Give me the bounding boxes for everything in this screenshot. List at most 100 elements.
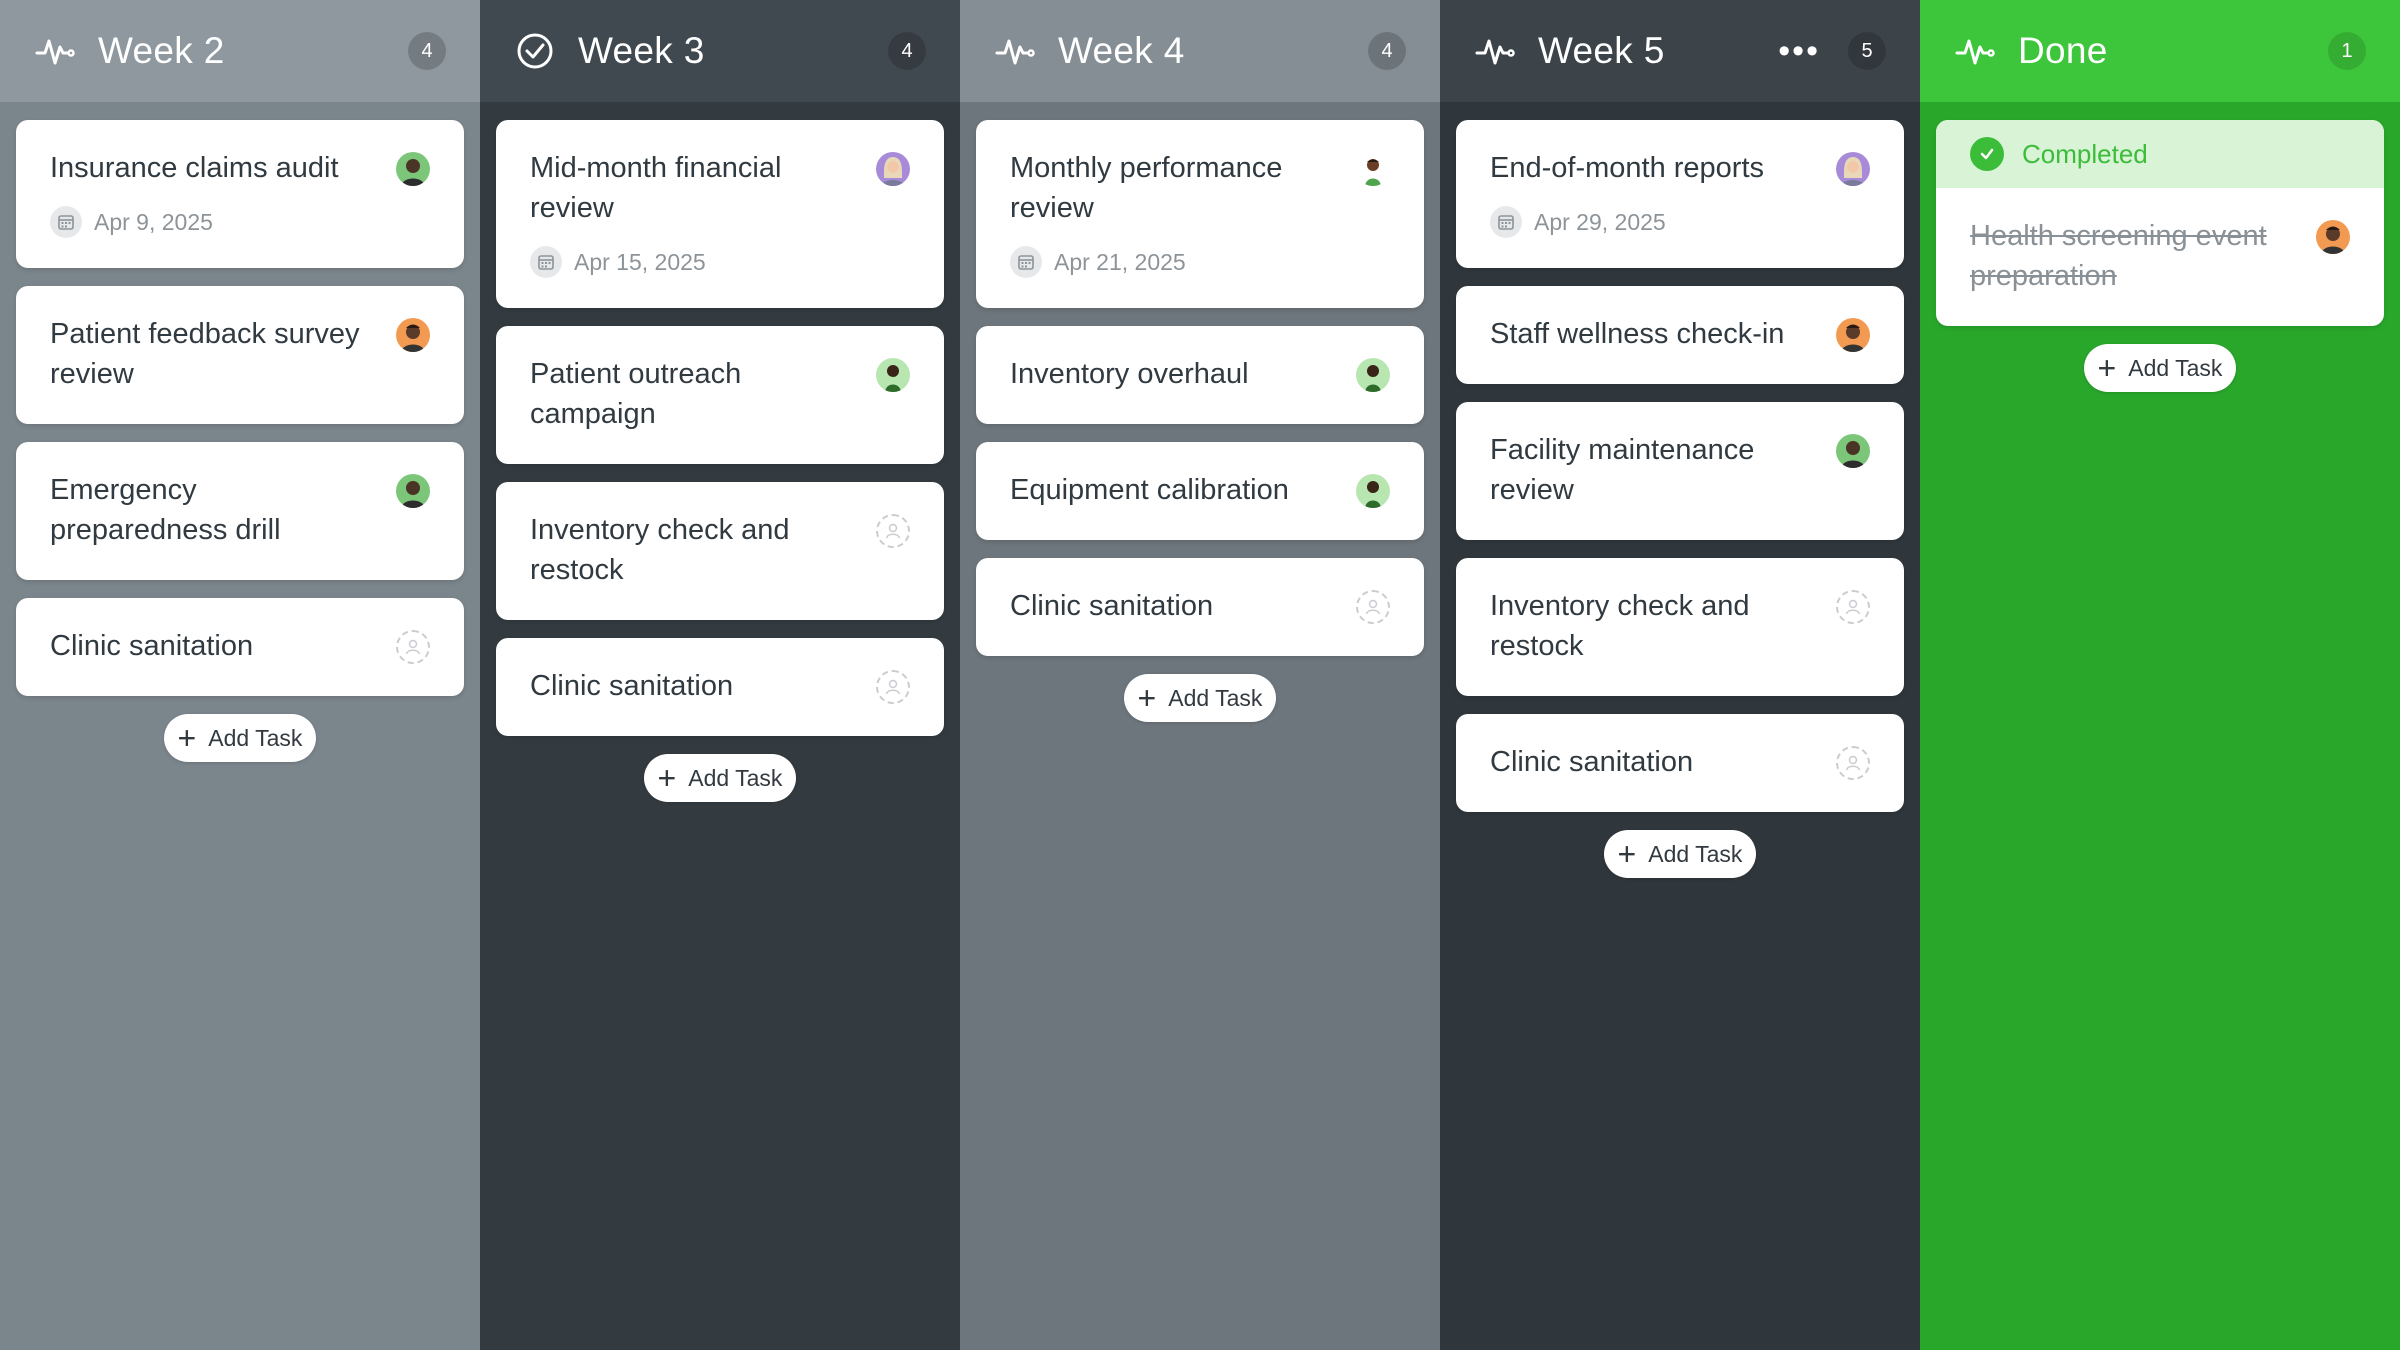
task-card[interactable]: Patient feedback survey review bbox=[16, 286, 464, 424]
task-title: Patient outreach campaign bbox=[530, 358, 742, 430]
avatar[interactable] bbox=[1356, 474, 1390, 508]
task-title: Clinic sanitation bbox=[1490, 746, 1694, 778]
add-task-label: Add Task bbox=[1168, 684, 1263, 711]
column-header[interactable]: Week 3 4 bbox=[480, 0, 960, 102]
check-circle-icon bbox=[1970, 137, 2004, 171]
column-title: Week 3 bbox=[578, 30, 705, 71]
task-title: End-of-month reports bbox=[1490, 152, 1765, 184]
column-title: Week 5 bbox=[1538, 30, 1665, 71]
unassigned-user-icon[interactable] bbox=[1356, 590, 1390, 624]
task-card[interactable]: Monthly performance review Apr 21, 2025 bbox=[976, 120, 1424, 308]
column-title: Week 4 bbox=[1058, 30, 1185, 71]
column-week-4: Week 4 4 Monthly performance review Apr … bbox=[960, 0, 1440, 1350]
avatar[interactable] bbox=[1356, 358, 1390, 392]
unassigned-user-icon[interactable] bbox=[876, 514, 910, 548]
column-header[interactable]: Week 2 4 bbox=[0, 0, 480, 102]
task-card[interactable]: Inventory check and restock bbox=[1456, 558, 1904, 696]
avatar[interactable] bbox=[396, 152, 430, 186]
task-title: Patient feedback survey review bbox=[50, 318, 360, 390]
due-date-text: Apr 15, 2025 bbox=[574, 248, 706, 275]
add-task-button[interactable]: + Add Task bbox=[1603, 830, 1757, 878]
completed-status-bar: Completed bbox=[1936, 120, 2384, 188]
task-card[interactable]: Clinic sanitation bbox=[1456, 714, 1904, 812]
avatar[interactable] bbox=[396, 474, 430, 508]
due-date: Apr 29, 2025 bbox=[1490, 206, 1870, 238]
column-title: Week 2 bbox=[98, 30, 225, 71]
due-date-text: Apr 21, 2025 bbox=[1054, 248, 1186, 275]
task-card[interactable]: Inventory check and restock bbox=[496, 482, 944, 620]
avatar[interactable] bbox=[876, 152, 910, 186]
unassigned-user-icon[interactable] bbox=[396, 630, 430, 664]
due-date-text: Apr 29, 2025 bbox=[1534, 208, 1666, 235]
column-title: Done bbox=[2018, 30, 2108, 71]
task-title: Clinic sanitation bbox=[530, 670, 734, 702]
task-card[interactable]: Insurance claims audit Apr 9, 2025 bbox=[16, 120, 464, 268]
due-date: Apr 15, 2025 bbox=[530, 246, 910, 278]
column-week-2: Week 2 4 Insurance claims audit Apr 9, 2… bbox=[0, 0, 480, 1350]
task-count-badge: 4 bbox=[408, 32, 446, 70]
plus-icon: + bbox=[2097, 350, 2117, 386]
task-card[interactable]: Clinic sanitation bbox=[496, 638, 944, 736]
due-date: Apr 9, 2025 bbox=[50, 206, 430, 238]
task-title: Monthly performance review bbox=[1010, 152, 1283, 224]
avatar[interactable] bbox=[876, 358, 910, 392]
task-count-badge: 1 bbox=[2328, 32, 2366, 70]
calendar-icon bbox=[530, 246, 562, 278]
add-task-label: Add Task bbox=[1648, 840, 1743, 867]
task-card[interactable]: Facility maintenance review bbox=[1456, 402, 1904, 540]
task-title: Health screening event preparation bbox=[1970, 220, 2267, 292]
plus-icon: + bbox=[177, 720, 197, 756]
column-header[interactable]: Done 1 bbox=[1920, 0, 2400, 102]
avatar[interactable] bbox=[1836, 152, 1870, 186]
add-task-button[interactable]: + Add Task bbox=[2083, 344, 2237, 392]
unassigned-user-icon[interactable] bbox=[1836, 746, 1870, 780]
avatar[interactable] bbox=[1836, 434, 1870, 468]
column-week-5: Week 5 ••• 5 End-of-month reports Apr 29… bbox=[1440, 0, 1920, 1350]
kanban-board: Week 2 4 Insurance claims audit Apr 9, 2… bbox=[0, 0, 2400, 1350]
calendar-icon bbox=[1490, 206, 1522, 238]
plus-icon: + bbox=[1617, 836, 1637, 872]
more-options-icon[interactable]: ••• bbox=[1778, 34, 1820, 68]
task-title: Inventory overhaul bbox=[1010, 358, 1249, 390]
avatar[interactable] bbox=[396, 318, 430, 352]
avatar[interactable] bbox=[1356, 152, 1390, 186]
task-card[interactable]: Clinic sanitation bbox=[976, 558, 1424, 656]
add-task-label: Add Task bbox=[688, 764, 783, 791]
due-date: Apr 21, 2025 bbox=[1010, 246, 1390, 278]
task-title: Staff wellness check-in bbox=[1490, 318, 1785, 350]
task-card[interactable]: Mid-month financial review Apr 15, 2025 bbox=[496, 120, 944, 308]
task-count-badge: 4 bbox=[888, 32, 926, 70]
task-card[interactable]: End-of-month reports Apr 29, 2025 bbox=[1456, 120, 1904, 268]
column-week-3: Week 3 4 Mid-month financial review Apr … bbox=[480, 0, 960, 1350]
task-title: Inventory check and restock bbox=[530, 514, 790, 586]
unassigned-user-icon[interactable] bbox=[876, 670, 910, 704]
avatar[interactable] bbox=[2316, 220, 2350, 254]
unassigned-user-icon[interactable] bbox=[1836, 590, 1870, 624]
avatar[interactable] bbox=[1836, 318, 1870, 352]
add-task-button[interactable]: + Add Task bbox=[163, 714, 317, 762]
task-card[interactable]: Clinic sanitation bbox=[16, 598, 464, 696]
task-title: Mid-month financial review bbox=[530, 152, 782, 224]
check-circle-icon bbox=[514, 30, 556, 72]
task-card-completed[interactable]: Completed Health screening event prepara… bbox=[1936, 120, 2384, 326]
column-header[interactable]: Week 5 ••• 5 bbox=[1440, 0, 1920, 102]
column-done: Done 1 Completed Health screening event … bbox=[1920, 0, 2400, 1350]
task-title: Facility maintenance review bbox=[1490, 434, 1755, 506]
task-card[interactable]: Patient outreach campaign bbox=[496, 326, 944, 464]
task-card[interactable]: Equipment calibration bbox=[976, 442, 1424, 540]
pulse-icon bbox=[1474, 30, 1516, 72]
task-card[interactable]: Inventory overhaul bbox=[976, 326, 1424, 424]
pulse-icon bbox=[1954, 30, 1996, 72]
task-title: Inventory check and restock bbox=[1490, 590, 1750, 662]
add-task-button[interactable]: + Add Task bbox=[643, 754, 797, 802]
add-task-label: Add Task bbox=[2128, 354, 2223, 381]
calendar-icon bbox=[50, 206, 82, 238]
due-date-text: Apr 9, 2025 bbox=[94, 208, 213, 235]
column-header[interactable]: Week 4 4 bbox=[960, 0, 1440, 102]
completed-label: Completed bbox=[2022, 138, 2148, 169]
pulse-icon bbox=[34, 30, 76, 72]
task-card[interactable]: Staff wellness check-in bbox=[1456, 286, 1904, 384]
task-card[interactable]: Emergency preparedness drill bbox=[16, 442, 464, 580]
add-task-button[interactable]: + Add Task bbox=[1123, 674, 1277, 722]
task-title: Clinic sanitation bbox=[1010, 590, 1214, 622]
